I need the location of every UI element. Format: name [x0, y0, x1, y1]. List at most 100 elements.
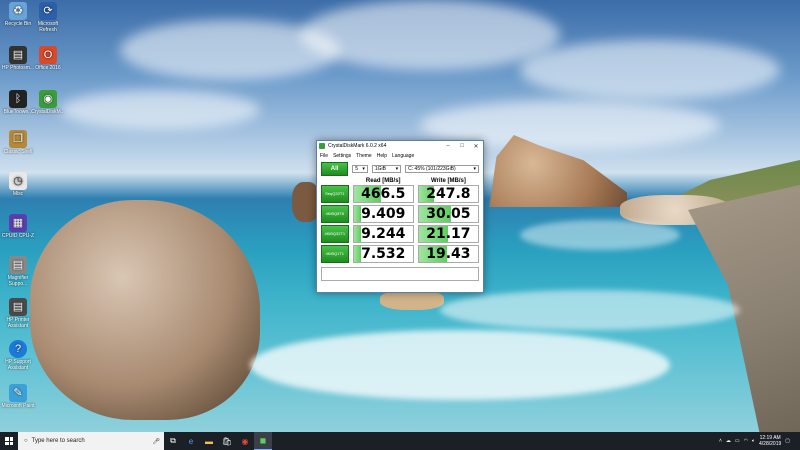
size-value: 1GiB	[374, 166, 387, 172]
menu-bar: File Settings Theme Help Language	[317, 151, 483, 160]
desktop-icon-crystaldiskmark[interactable]: ◉ CrystalDiskM...	[30, 90, 66, 115]
crystaldiskmark-window: CrystalDiskMark 6.0.2 x64 – □ ✕ File Set…	[316, 140, 484, 293]
chevron-up-icon[interactable]: ˄	[719, 438, 722, 444]
bluetooth-icon: ᛒ	[9, 90, 27, 108]
clock[interactable]: 12:19 AM 4/28/2019	[759, 435, 781, 447]
window-titlebar[interactable]: CrystalDiskMark 6.0.2 x64 – □ ✕	[317, 141, 483, 151]
edge-icon[interactable]: e	[182, 432, 200, 450]
desktop-icon-office[interactable]: O Office 2016	[30, 46, 66, 71]
refresh-icon: ⟳	[39, 2, 57, 20]
desktop-icon-label: Classic Shell	[3, 149, 33, 155]
desktop-icon-hp-printer-assistant[interactable]: ▤ HP Printer Assistant	[0, 298, 36, 329]
count-value: 5	[355, 166, 358, 172]
notifications-icon[interactable]: ▢	[785, 438, 790, 444]
write-value: 247.8	[426, 186, 471, 202]
microphone-icon[interactable]: 🎤︎	[152, 438, 160, 445]
task-view-icon[interactable]: ⧉	[164, 432, 182, 450]
desktop-icon-hp-support[interactable]: ? HP Support Assistant	[0, 340, 36, 371]
clock-date: 4/28/2019	[759, 441, 782, 447]
desktop-icon-label: Microsoft Refresh	[37, 21, 59, 33]
write-result: 21.17	[417, 225, 479, 243]
desktop-icon-paint[interactable]: ✎ Microsoft Paint	[0, 384, 36, 409]
comment-field[interactable]	[321, 267, 479, 281]
size-select[interactable]: 1GiB ▾	[371, 165, 402, 173]
test-button[interactable]: 4KiB Q32T1	[321, 225, 349, 243]
desktop-icon-label: HP Printer Assistant	[6, 317, 30, 329]
desktop: ♻ Recycle Bin ⟳ Microsoft Refresh ▤ HP P…	[0, 0, 800, 432]
result-row: Seq Q32T1 466.5 247.8	[317, 184, 483, 204]
close-button[interactable]: ✕	[469, 143, 483, 150]
printer-icon: ▤	[9, 46, 27, 64]
chevron-down-icon: ▾	[395, 166, 399, 172]
paint-icon: ✎	[9, 384, 27, 402]
write-value: 19.43	[426, 246, 471, 262]
results-header: Read [MB/s] Write [MB/s]	[317, 178, 483, 184]
store-icon[interactable]: 🛍︎	[218, 432, 236, 450]
desktop-icon-cpuz[interactable]: ▦ CPUID CPU-Z	[0, 214, 36, 239]
cloud	[520, 40, 780, 100]
desktop-icon-label: HP Support Assistant	[5, 359, 31, 371]
write-result: 247.8	[417, 185, 479, 203]
write-result: 30.05	[417, 205, 479, 223]
submerged-rock	[380, 290, 444, 310]
write-value: 21.17	[426, 226, 471, 242]
menu-settings[interactable]: Settings	[333, 153, 351, 159]
read-result: 466.5	[352, 185, 414, 203]
test-button[interactable]: Seq Q32T1	[321, 185, 349, 203]
all-button[interactable]: All	[321, 162, 349, 176]
desktop-icon-misc[interactable]: ◷ Misc	[0, 172, 36, 197]
desktop-icon-magnifier[interactable]: ▤ Magnifier Suppo...	[0, 256, 36, 287]
desktop-icon-label: Office 2016	[35, 65, 61, 71]
menu-language[interactable]: Language	[392, 153, 414, 159]
search-icon: ○	[24, 438, 28, 444]
maximize-button[interactable]: □	[455, 143, 469, 149]
test-queue-label: Q32T1	[332, 231, 346, 236]
clock-icon: ◷	[9, 172, 27, 190]
desktop-icon-label: Microsoft Paint	[1, 403, 35, 409]
crystaldiskmark-icon: ◉	[39, 90, 57, 108]
file-explorer-icon[interactable]: ▬	[200, 432, 218, 450]
desktop-icon-refresh[interactable]: ⟳ Microsoft Refresh	[30, 2, 66, 33]
test-button[interactable]: 4KiB Q8T8	[321, 205, 349, 223]
printer-icon: ▤	[9, 298, 27, 316]
crystaldiskmark-icon	[319, 143, 325, 149]
chevron-down-icon: ▾	[362, 166, 365, 172]
desktop-icon-classic-shell[interactable]: ❐ Classic Shell	[0, 130, 36, 155]
read-value: 9.409	[361, 206, 406, 222]
printer-icon: ▤	[9, 256, 27, 274]
volume-icon[interactable]: 🔈︎	[752, 438, 755, 444]
minimize-button[interactable]: –	[441, 143, 455, 149]
cloud-icon[interactable]: ☁	[726, 438, 731, 444]
count-select[interactable]: 5 ▾	[352, 165, 368, 173]
menu-theme[interactable]: Theme	[356, 153, 372, 159]
network-icon[interactable]: ◠	[744, 438, 748, 444]
surf-foam	[440, 290, 740, 330]
results-table: Seq Q32T1 466.5 247.8 4KiB Q8T8 9.409 30.05 4KiB…	[317, 184, 483, 264]
test-queue-label: Q32T1	[332, 191, 345, 196]
battery-icon[interactable]: ▭	[735, 438, 740, 444]
shell-icon: ❐	[9, 130, 27, 148]
help-icon: ?	[9, 340, 27, 358]
result-row: 4KiB Q1T1 7.532 19.43	[317, 244, 483, 264]
recycle-bin-icon: ♻	[9, 2, 27, 20]
menu-help[interactable]: Help	[377, 153, 387, 159]
test-queue-label: Q8T8	[334, 211, 345, 216]
drive-select[interactable]: C: 45% (101/223GiB) ▾	[405, 165, 479, 173]
test-queue-label: Q1T1	[334, 251, 345, 256]
search-box[interactable]: ○ Type here to search 🎤︎	[18, 432, 164, 450]
test-label: 4KiB	[324, 231, 333, 236]
start-button[interactable]	[0, 432, 18, 450]
read-value: 466.5	[361, 186, 406, 202]
chrome-icon[interactable]: ◉	[236, 432, 254, 450]
test-button[interactable]: 4KiB Q1T1	[321, 245, 349, 263]
menu-file[interactable]: File	[320, 153, 328, 159]
read-fill-bar	[353, 246, 361, 262]
test-label: 4KiB	[325, 251, 335, 256]
office-icon: O	[39, 46, 57, 64]
system-tray: ˄ ☁ ▭ ◠ 🔈︎ 12:19 AM 4/28/2019 ▢	[719, 435, 800, 447]
result-row: 4KiB Q8T8 9.409 30.05	[317, 204, 483, 224]
crystaldiskmark-taskbar-icon[interactable]: ◼	[254, 432, 272, 450]
cloud	[60, 90, 260, 130]
test-label: Seq	[325, 191, 333, 196]
read-result: 7.532	[352, 245, 414, 263]
